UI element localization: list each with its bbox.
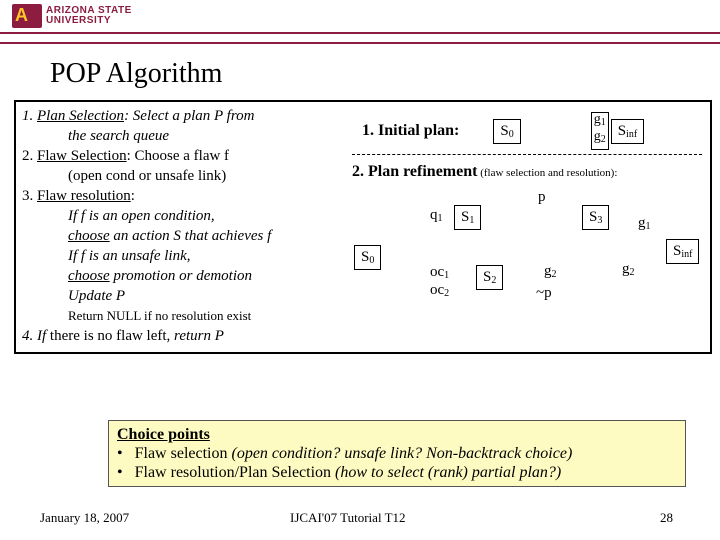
s3-box: S3: [582, 205, 609, 230]
initial-plan-row: 1. Initial plan: S0 g1 g2 Sinf: [352, 112, 706, 150]
uni-line2: UNIVERSITY: [46, 16, 132, 26]
main-panel: 1. Plan Selection: Select a plan P from …: [14, 100, 712, 354]
slide-header: ARIZONA STATE UNIVERSITY: [0, 0, 720, 42]
q1-label: q1: [430, 207, 443, 224]
refinement-diagram: S0 q1 S1 p S3 g1 oc1 oc2 S2 g2 ~p g2 Sin: [352, 183, 706, 311]
asu-logo-text: ARIZONA STATE UNIVERSITY: [46, 6, 132, 26]
algo-l6: If f is an open condition,: [22, 206, 352, 226]
choice-points-box: Choice points • Flaw selection (open con…: [108, 420, 686, 487]
footer-page: 28: [660, 510, 673, 526]
algo-l7: choose an action S that achieves f: [22, 226, 352, 246]
g2-label-mid: g2: [544, 263, 557, 280]
footer-venue: IJCAI'07 Tutorial T12: [290, 510, 406, 526]
algo-l1: 1. Plan Selection: Select a plan P from: [22, 106, 352, 126]
initial-plan-label: 1. Initial plan:: [362, 122, 459, 140]
g-goals-top: g1 g2: [591, 112, 609, 150]
sinf-box-top: Sinf: [611, 119, 644, 144]
header-rule-1: [0, 32, 720, 34]
algo-l8: If f is an unsafe link,: [22, 246, 352, 266]
notp-label: ~p: [536, 285, 552, 302]
algo-l2: the search queue: [22, 126, 352, 146]
header-rule-2: [0, 42, 720, 44]
algo-l12: 4. If there is no flaw left, return P: [22, 326, 352, 346]
p-label: p: [538, 189, 546, 206]
s0-box: S0: [354, 245, 381, 270]
diagram-panel: 1. Initial plan: S0 g1 g2 Sinf 2. Plan r…: [352, 106, 706, 346]
algo-l11: Return NULL if no resolution exist: [22, 306, 352, 326]
algorithm-text: 1. Plan Selection: Select a plan P from …: [18, 106, 352, 346]
choice-bullet-2: • Flaw resolution/Plan Selection (how to…: [117, 463, 677, 482]
divider-dashed: [352, 154, 702, 155]
oc-labels: oc1 oc2: [430, 265, 449, 301]
asu-logo-mark: [12, 4, 42, 28]
algo-l3: 2. Flaw Selection: Choose a flaw f: [22, 146, 352, 166]
g1-label: g1: [638, 215, 651, 232]
footer-date: January 18, 2007: [40, 510, 129, 526]
sinf-box: Sinf: [666, 239, 699, 264]
g2-label-right: g2: [622, 261, 635, 278]
s1-box: S1: [454, 205, 481, 230]
algo-l10: Update P: [22, 286, 352, 306]
slide-title: POP Algorithm: [50, 58, 222, 90]
algo-l5: 3. Flaw resolution:: [22, 186, 352, 206]
algo-l4: (open cond or unsafe link): [22, 166, 352, 186]
s2-box: S2: [476, 265, 503, 290]
s0-box-top: S0: [493, 119, 520, 144]
algo-l9: choose promotion or demotion: [22, 266, 352, 286]
choice-heading: Choice points: [117, 426, 210, 443]
asu-logo: ARIZONA STATE UNIVERSITY: [12, 4, 132, 28]
plan-refinement-label: 2. Plan refinement (flaw selection and r…: [352, 163, 706, 181]
choice-bullet-1: • Flaw selection (open condition? unsafe…: [117, 444, 677, 463]
